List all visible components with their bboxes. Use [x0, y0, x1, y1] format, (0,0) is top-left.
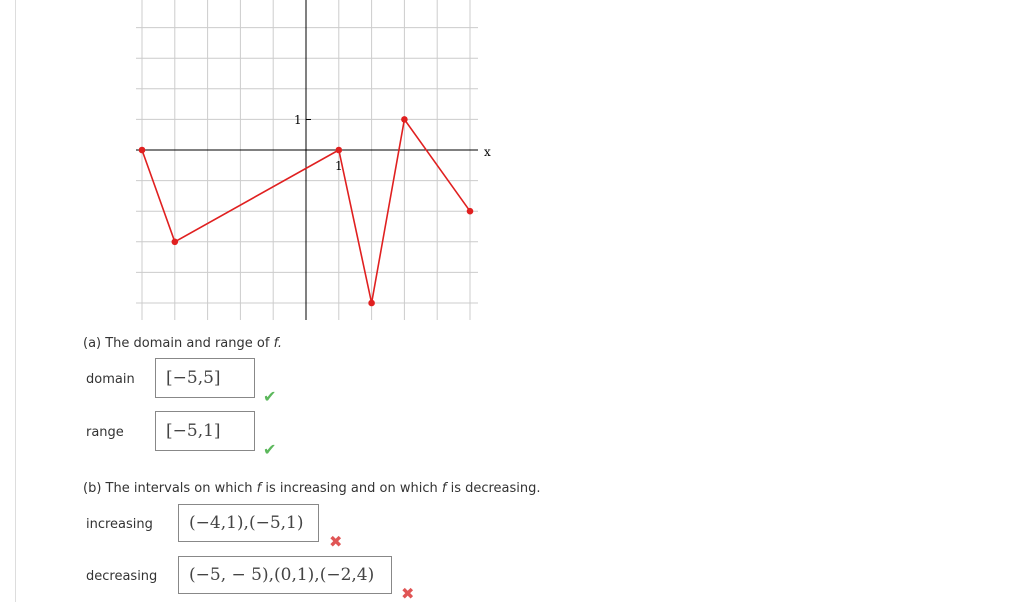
data-point: [171, 238, 179, 246]
range-label: range: [86, 425, 124, 440]
x-axis-label: x: [484, 145, 491, 159]
domain-input[interactable]: [−5,5]: [155, 358, 255, 398]
y-tick-label: 1: [294, 113, 302, 127]
increasing-label: increasing: [86, 517, 153, 532]
decreasing-input[interactable]: (−5, − 5),(0,1),(−2,4): [178, 556, 392, 594]
correct-check-icon: ✔: [263, 440, 277, 459]
data-point: [466, 207, 474, 215]
range-input[interactable]: [−5,1]: [155, 411, 255, 451]
grid: [136, 0, 478, 320]
data-point: [138, 146, 146, 154]
data-point: [335, 146, 343, 154]
domain-label: domain: [86, 372, 135, 387]
decreasing-label: decreasing: [86, 569, 158, 584]
increasing-input[interactable]: (−4,1),(−5,1): [178, 504, 319, 542]
part-b-prompt: (b) The intervals on which f is increasi…: [83, 481, 541, 496]
incorrect-x-icon: ✖: [401, 584, 415, 603]
correct-check-icon: ✔: [263, 387, 277, 406]
part-a-prompt: (a) The domain and range of f.: [83, 336, 283, 351]
incorrect-x-icon: ✖: [329, 532, 343, 551]
function-graph: x 1 1: [136, 0, 491, 320]
data-point: [368, 299, 375, 307]
data-point: [401, 116, 408, 123]
